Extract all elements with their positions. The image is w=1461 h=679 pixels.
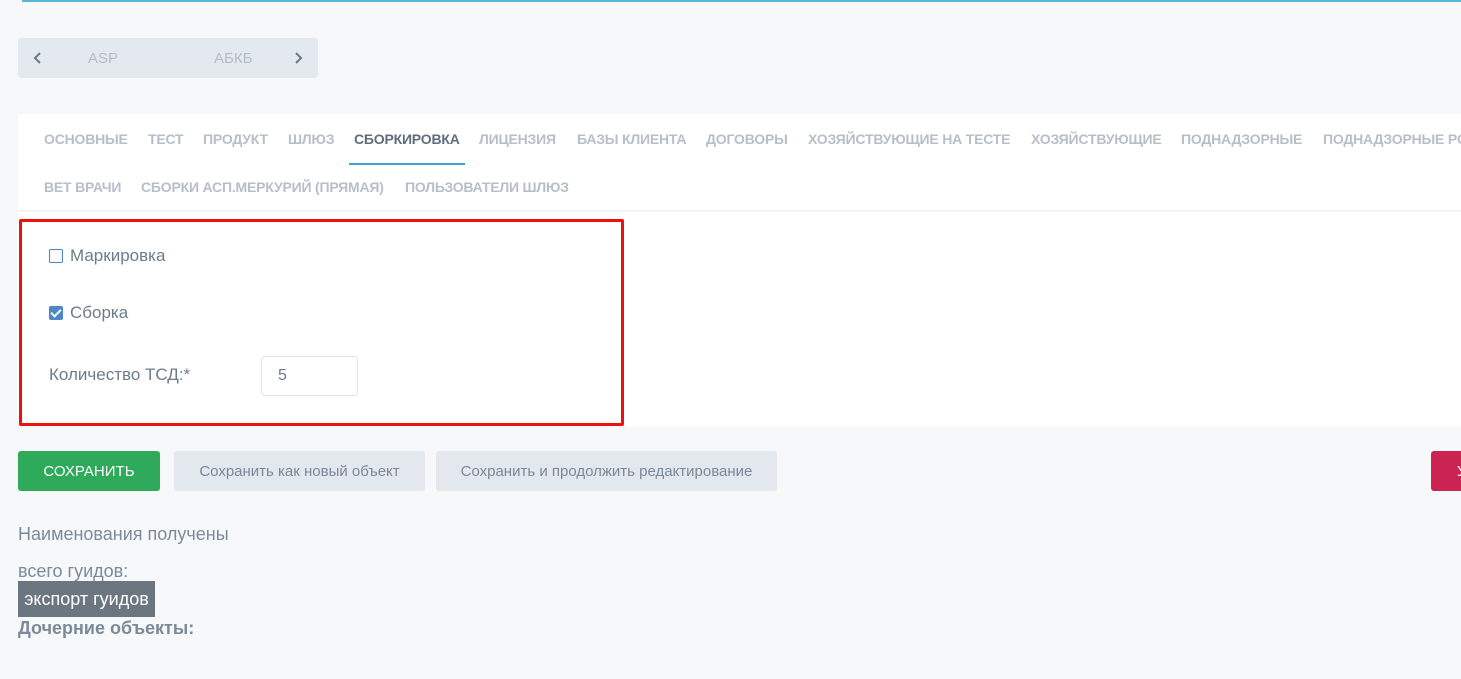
- tab-license[interactable]: ЛИЦЕНЗИЯ: [479, 131, 556, 147]
- tab-entities-on-test[interactable]: ХОЗЯЙСТВУЮЩИЕ НА ТЕСТЕ: [808, 131, 1010, 147]
- tab-gateway-users[interactable]: ПОЛЬЗОВАТЕЛИ ШЛЮЗ: [405, 179, 569, 195]
- active-tab-indicator: [349, 163, 465, 165]
- tab-supervised[interactable]: ПОДНАДЗОРНЫЕ: [1181, 131, 1302, 147]
- tab-asp-mercury-builds[interactable]: СБОРКИ АСП.МЕРКУРИЙ (ПРЯМАЯ): [141, 179, 384, 195]
- pager-item-prev[interactable]: ASP: [88, 50, 118, 67]
- chevron-left-icon[interactable]: [18, 38, 58, 78]
- tab-vets[interactable]: ВЕТ ВРАЧИ: [44, 179, 121, 195]
- tab-entities[interactable]: ХОЗЯЙСТВУЮЩИЕ: [1031, 131, 1162, 147]
- top-accent-line: [22, 0, 1461, 2]
- child-objects-heading: Дочерние объекты:: [18, 618, 195, 638]
- tab-assembly-marking[interactable]: СБОРКИРОВКА: [354, 131, 460, 147]
- delete-button[interactable]: У: [1431, 451, 1461, 491]
- pager-item-next[interactable]: АБКБ: [214, 50, 252, 67]
- tab-client-bases[interactable]: БАЗЫ КЛИЕНТА: [577, 131, 686, 147]
- save-and-continue-button[interactable]: Сохранить и продолжить редактирование: [436, 451, 777, 491]
- save-as-new-button[interactable]: Сохранить как новый объект: [174, 451, 425, 491]
- names-received-text: Наименования получены: [18, 524, 229, 544]
- object-pager: ASP АБКБ: [18, 38, 318, 78]
- tab-product[interactable]: ПРОДУКТ: [203, 131, 268, 147]
- tabs-bar: ОСНОВНЫЕ ТЕСТ ПРОДУКТ ШЛЮЗ СБОРКИРОВКА Л…: [18, 114, 1461, 211]
- highlight-box: [19, 219, 624, 426]
- tab-main[interactable]: ОСНОВНЫЕ: [44, 131, 128, 147]
- tab-test[interactable]: ТЕСТ: [148, 131, 184, 147]
- tab-contracts[interactable]: ДОГОВОРЫ: [706, 131, 788, 147]
- chevron-right-icon[interactable]: [278, 38, 318, 78]
- tab-supervised-ro[interactable]: ПОДНАДЗОРНЫЕ РО: [1323, 131, 1461, 147]
- save-button[interactable]: СОХРАНИТЬ: [18, 451, 160, 491]
- total-guids-text: всего гуидов:: [18, 561, 129, 581]
- tab-gateway[interactable]: ШЛЮЗ: [288, 131, 335, 147]
- export-guids-button[interactable]: экспорт гуидов: [18, 581, 155, 617]
